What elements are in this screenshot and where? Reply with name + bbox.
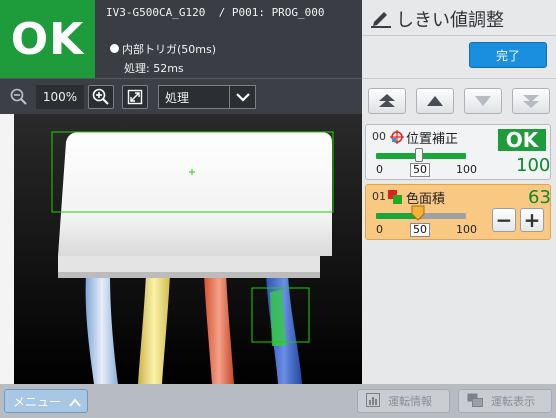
zoom-level: 100% [36,85,84,109]
run-info-label: 運転情報 [388,395,432,408]
tool-index: 00 [372,130,386,143]
threshold-value-box: 50 [410,163,430,177]
trigger-indicator-icon [110,44,119,53]
tool-name: 位置補正 [406,132,459,147]
run-display-button[interactable]: 運転表示 [458,389,552,413]
position-adjust-icon [390,129,404,144]
judgment-badge: OK [0,0,95,78]
threshold-panel: しきい値調整 完了 00 位置補正 OK 0 50 100 100 01 色面積… [362,0,556,384]
process-time-label: 処理: 52ms [124,62,184,75]
slider-min-label: 0 [376,223,383,236]
tool-index: 01 [372,190,386,203]
menu-label: メニュー [13,394,62,409]
tool-card-color-area[interactable]: 01 色面積 63 0 50 100 − + [365,184,551,240]
slider-max-label: 100 [456,163,477,176]
device-program-label: IV3-G500CA_G120 / P001: PROG_000 [106,6,325,19]
slider-max-label: 100 [456,223,477,236]
move-up-button[interactable] [416,88,454,114]
divider [362,78,556,79]
tool-measured-value: 63 [528,187,551,208]
color-area-icon [388,189,402,204]
status-header: OK IV3-G500CA_G120 / P001: PROG_000 内部トリ… [0,0,362,78]
threshold-value-box: 50 [410,223,430,237]
panel-title: しきい値調整 [396,10,504,31]
chevron-up-icon [69,396,81,410]
tool-measured-value: 100 [516,155,551,176]
move-bottom-button[interactable] [512,88,550,114]
windows-icon [467,393,483,410]
slider-min-label: 0 [376,163,383,176]
chevron-down-icon [229,86,255,108]
zoom-in-icon[interactable] [88,85,114,109]
increment-button[interactable]: + [520,208,544,232]
view-mode-value: 処理 [165,91,190,105]
zoom-out-icon[interactable] [6,85,32,109]
bottom-bar: メニュー 運転情報 運転表示 [0,384,556,418]
tool-card-position-adjust[interactable]: 00 位置補正 OK 0 50 100 100 [365,124,551,180]
view-mode-select[interactable]: 処理 [158,85,256,109]
tool-result-badge: OK [498,128,546,152]
threshold-slider-thumb[interactable] [411,205,425,225]
done-button[interactable]: 完了 [469,42,547,68]
image-viewport [0,114,362,384]
move-top-button[interactable] [368,88,406,114]
app-window: OK IV3-G500CA_G120 / P001: PROG_000 内部トリ… [0,0,556,418]
camera-image[interactable] [14,114,362,384]
menu-button[interactable]: メニュー [4,389,88,413]
image-toolbar: 100% 処理 [0,78,362,114]
pencil-slider-icon [370,8,392,32]
panel-header: しきい値調整 [362,0,556,36]
move-down-button[interactable] [464,88,502,114]
trigger-mode-label: 内部トリガ(50ms) [122,43,217,56]
fit-screen-icon[interactable] [122,85,148,109]
threshold-slider-thumb[interactable] [415,148,423,162]
bar-chart-icon [366,392,380,410]
decrement-button[interactable]: − [492,208,516,232]
judgment-text: OK [10,13,85,65]
run-info-button[interactable]: 運転情報 [357,389,450,413]
run-display-label: 運転表示 [491,395,535,408]
